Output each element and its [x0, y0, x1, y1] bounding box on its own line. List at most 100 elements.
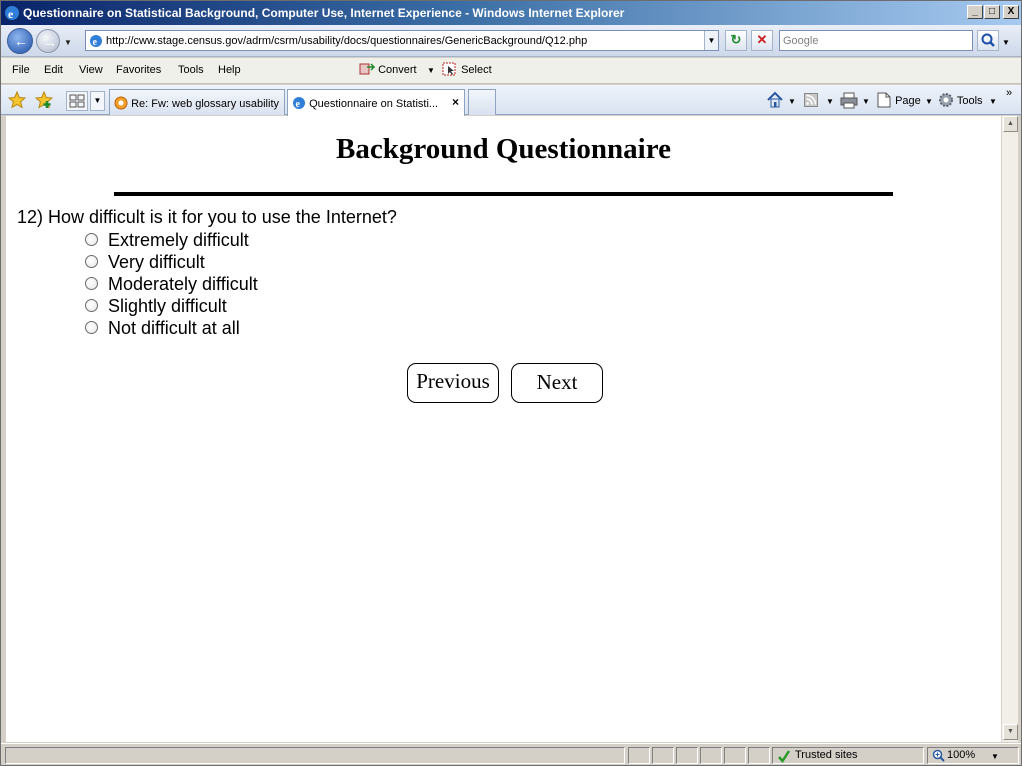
stop-icon: ✕ [756, 32, 768, 47]
security-zone-label: Trusted sites [795, 749, 858, 761]
search-box[interactable] [779, 30, 973, 51]
menu-bar: File Edit View Favorites Tools Help Conv… [1, 58, 1021, 84]
convert-button[interactable]: Convert [359, 62, 417, 76]
page-menu-dropdown[interactable]: ▼ [925, 97, 933, 106]
ie-page-icon: e [293, 97, 305, 110]
checkmark-icon [778, 750, 791, 763]
print-icon[interactable] [839, 91, 859, 109]
search-icon [981, 33, 995, 47]
tools-menu-label: Tools [956, 95, 983, 107]
select-label: Select [461, 64, 492, 76]
page-icon: e [90, 35, 102, 48]
home-icon[interactable] [766, 91, 784, 109]
zoom-level: 100% [947, 749, 976, 761]
option-label[interactable]: Moderately difficult [108, 274, 258, 295]
menu-tools[interactable]: Tools [178, 64, 204, 76]
question-text: 12) How difficult is it for you to use t… [17, 207, 397, 227]
quick-tabs-icon [69, 94, 85, 108]
next-button[interactable]: Next [511, 363, 603, 403]
status-bar: Trusted sites 100% ▼ [1, 743, 1021, 765]
feeds-dropdown[interactable]: ▼ [826, 97, 834, 106]
tools-menu-button[interactable]: Tools [938, 92, 983, 108]
previous-button[interactable]: Previous [407, 363, 499, 403]
outlook-web-icon [114, 96, 128, 110]
tab-glossary[interactable]: Re: Fw: web glossary usability [109, 89, 285, 115]
quick-tabs-button[interactable] [66, 91, 88, 111]
close-tab-icon[interactable]: × [452, 95, 459, 109]
refresh-button[interactable]: ↻ [725, 30, 747, 51]
forward-button[interactable]: → [36, 29, 60, 53]
tab-list-dropdown[interactable]: ▼ [90, 91, 105, 111]
menu-view[interactable]: View [79, 64, 103, 76]
select-icon [442, 62, 456, 76]
address-bar[interactable]: e http://cww.stage.census.gov/adrm/csrm/… [85, 30, 719, 51]
svg-text:e: e [296, 99, 301, 110]
status-text-area [5, 747, 625, 764]
tab-questionnaire-label: Questionnaire on Statisti... [309, 98, 439, 110]
menu-favorites[interactable]: Favorites [116, 64, 161, 76]
address-url[interactable]: http://cww.stage.census.gov/adrm/csrm/us… [106, 35, 587, 47]
tab-glossary-label: Re: Fw: web glossary usability [131, 98, 280, 110]
maximize-button[interactable]: □ [984, 5, 1000, 19]
status-segment [676, 747, 698, 764]
feeds-icon[interactable] [804, 93, 818, 107]
recent-pages-dropdown[interactable]: ▼ [64, 38, 72, 47]
title-divider [114, 192, 893, 196]
new-tab-button[interactable] [468, 89, 496, 115]
chevron-more-icon[interactable]: » [1006, 87, 1012, 99]
vertical-scrollbar[interactable]: ▲ ▼ [1001, 116, 1018, 742]
navigation-bar: ← → ▼ e http://cww.stage.census.gov/adrm… [1, 25, 1021, 57]
close-window-button[interactable]: X [1003, 5, 1019, 19]
search-button[interactable] [977, 30, 999, 51]
page-menu-label: Page [895, 95, 921, 107]
status-segment [724, 747, 746, 764]
search-input[interactable] [783, 32, 971, 49]
convert-label: Convert [378, 64, 417, 76]
radio-button[interactable] [85, 299, 98, 312]
page-menu-button[interactable]: Page [876, 92, 921, 108]
search-options-dropdown[interactable]: ▼ [1002, 38, 1010, 47]
convert-dropdown[interactable]: ▼ [427, 66, 435, 75]
add-favorites-icon[interactable] [35, 91, 53, 109]
minimize-button[interactable]: _ [967, 5, 983, 19]
window-title: Questionnaire on Statistical Background,… [23, 6, 625, 20]
browser-window: e Questionnaire on Statistical Backgroun… [0, 0, 1022, 766]
title-bar: e Questionnaire on Statistical Backgroun… [1, 1, 1021, 25]
status-segment [652, 747, 674, 764]
favorites-star-icon[interactable] [8, 91, 26, 109]
scroll-up-arrow-icon[interactable]: ▲ [1003, 116, 1018, 132]
address-dropdown-icon[interactable]: ▼ [704, 31, 718, 50]
print-dropdown[interactable]: ▼ [862, 97, 870, 106]
menu-help[interactable]: Help [218, 64, 241, 76]
refresh-icon: ↻ [730, 32, 742, 47]
menu-edit[interactable]: Edit [44, 64, 63, 76]
select-button[interactable]: Select [442, 62, 492, 76]
option-label[interactable]: Extremely difficult [108, 230, 249, 251]
back-button[interactable]: ← [7, 28, 33, 54]
option-label[interactable]: Not difficult at all [108, 318, 240, 339]
option-label[interactable]: Very difficult [108, 252, 205, 273]
zoom-icon [932, 749, 945, 762]
tab-row: ▼ Re: Fw: web glossary usability e Quest… [1, 85, 1021, 116]
radio-button[interactable] [85, 233, 98, 246]
back-arrow-icon: ← [14, 33, 28, 49]
status-segment [628, 747, 650, 764]
tools-menu-dropdown[interactable]: ▼ [989, 97, 997, 106]
page-title: Background Questionnaire [336, 133, 671, 165]
option-label[interactable]: Slightly difficult [108, 296, 227, 317]
ie-logo-icon: e [5, 6, 19, 21]
radio-button[interactable] [85, 277, 98, 290]
page-content: Background Questionnaire 12) How difficu… [6, 116, 1001, 742]
status-segment [700, 747, 722, 764]
tab-questionnaire[interactable]: e Questionnaire on Statisti... × [287, 89, 465, 116]
radio-button[interactable] [85, 255, 98, 268]
zoom-dropdown[interactable]: ▼ [991, 752, 999, 761]
radio-button[interactable] [85, 321, 98, 334]
menu-file[interactable]: File [12, 64, 30, 76]
stop-button[interactable]: ✕ [751, 30, 773, 51]
home-dropdown[interactable]: ▼ [788, 97, 796, 106]
page-menu-icon [877, 92, 891, 108]
scroll-down-arrow-icon[interactable]: ▼ [1003, 724, 1018, 740]
forward-arrow-icon: → [43, 34, 57, 50]
gear-icon [939, 93, 953, 107]
